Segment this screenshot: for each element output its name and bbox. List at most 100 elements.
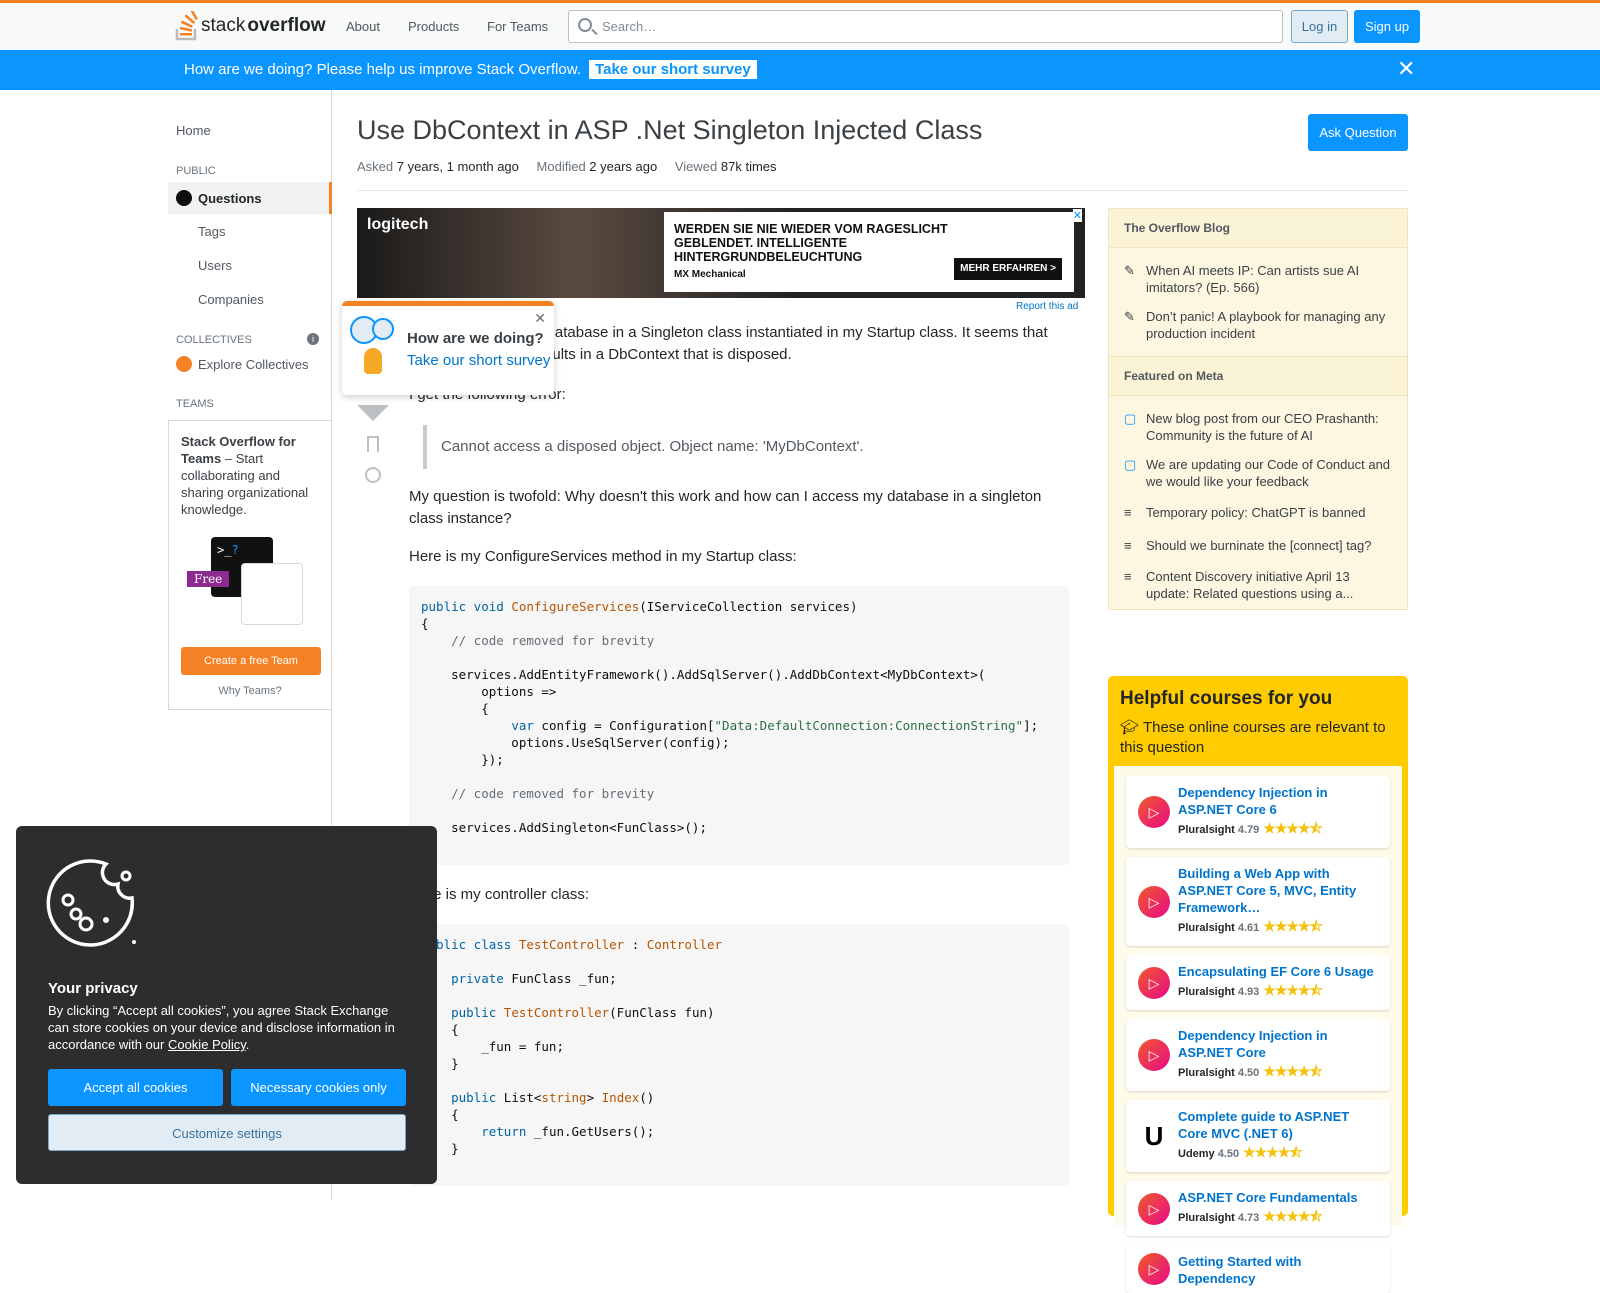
meta-item[interactable]: ≡ Should we burninate the [connect] tag?	[1109, 529, 1407, 562]
pluralsight-logo-icon: ▷	[1138, 1192, 1170, 1225]
code-line: public void ConfigureServices(IServiceCo…	[421, 598, 1057, 615]
top-bar: stack overflow About Products For Teams S…	[0, 0, 1600, 50]
meta-item[interactable]: ≡ Content Discovery initiative April 13 u…	[1109, 562, 1407, 608]
course-card[interactable]: ▷ Encapsulating EF Core 6 Usage Pluralsigh…	[1126, 955, 1390, 1010]
cookie-title: Your privacy	[48, 980, 138, 997]
popup-close-icon[interactable]: ✕	[534, 310, 546, 327]
udemy-logo-icon: U	[1144, 1121, 1164, 1151]
sidebar-item-questions[interactable]: Questions	[168, 182, 332, 214]
courses-subtitle: These online courses are relevant to thi…	[1120, 719, 1386, 756]
code-token: });	[421, 752, 504, 767]
advertisement[interactable]: logitech WERDEN SIE NIE WIEDER VOM RAGES…	[357, 208, 1085, 298]
why-teams-link[interactable]: Why Teams?	[169, 685, 331, 697]
blog-item[interactable]: ✎ When AI meets IP: Can artists sue AI im…	[1109, 256, 1407, 302]
close-icon[interactable]: ✕	[1397, 56, 1415, 82]
pluralsight-logo-icon: ▷	[1138, 885, 1170, 918]
info-icon[interactable]: i	[307, 333, 319, 345]
course-card[interactable]: U Complete guide to ASP.NET Core MVC (.NE…	[1126, 1100, 1390, 1172]
blog-item-text: Don’t panic! A playbook for managing any…	[1146, 309, 1386, 341]
bookmark-icon[interactable]	[367, 436, 379, 452]
code-line: {	[421, 615, 1057, 632]
sidebar-item-users[interactable]: Users	[198, 258, 232, 273]
nav-for-teams[interactable]: For Teams	[487, 19, 548, 34]
meta-item[interactable]: ▢ We are updating our Code of Conduct and…	[1109, 450, 1407, 496]
course-title[interactable]: Complete guide to ASP.NET Core MVC (.NET…	[1178, 1108, 1382, 1142]
code-line: return _fun.GetUsers();	[421, 1123, 1057, 1140]
survey-popup: How are we doing? Take our short survey …	[342, 301, 554, 395]
accept-all-cookies-button[interactable]: Accept all cookies	[48, 1069, 223, 1106]
code-line: options =>	[421, 683, 1057, 700]
meta-item-text: New blog post from our CEO Prashanth: Co…	[1146, 411, 1379, 443]
sidebar-item-home[interactable]: Home	[176, 123, 211, 138]
course-title[interactable]: Building a Web App with ASP.NET Core 5, …	[1178, 865, 1382, 916]
meta-item[interactable]: ≡ Temporary policy: ChatGPT is banned	[1109, 496, 1407, 529]
downvote-icon[interactable]	[357, 405, 389, 421]
code-token: private	[451, 971, 504, 986]
meta-item[interactable]: ▢ New blog post from our CEO Prashanth: C…	[1109, 404, 1407, 450]
checklist-illustration	[241, 563, 303, 625]
code-block-configure-services[interactable]: public void ConfigureServices(IServiceCo…	[409, 586, 1069, 865]
overflow-blog-widget: The Overflow Blog ✎ When AI meets IP: Can…	[1108, 208, 1408, 610]
stackoverflow-logo[interactable]: stack overflow	[175, 11, 325, 41]
course-title[interactable]: Dependency Injection in ASP.NET Core	[1178, 1027, 1382, 1061]
survey-banner: How are we doing? Please help us improve…	[0, 50, 1600, 90]
collectives-icon	[176, 356, 192, 372]
code-token: string	[541, 1090, 587, 1105]
blog-item-text: When AI meets IP: Can artists sue AI imi…	[1146, 263, 1360, 295]
code-token: "Data:DefaultConnection:ConnectionString…	[714, 718, 1024, 733]
modified-value: 2 years ago	[589, 159, 658, 174]
customize-settings-button[interactable]: Customize settings	[48, 1114, 406, 1151]
course-title[interactable]: Getting Started with Dependency	[1178, 1253, 1382, 1287]
code-token: Controller	[646, 937, 723, 952]
ask-question-button[interactable]: Ask Question	[1308, 114, 1408, 151]
divider	[357, 190, 1407, 191]
cookie-policy-link[interactable]: Cookie Policy	[168, 1037, 246, 1052]
course-title[interactable]: Dependency Injection in ASP.NET Core 6	[1178, 784, 1382, 818]
course-card[interactable]: ▷ Dependency Injection in ASP.NET Core Plu…	[1126, 1019, 1390, 1091]
viewed-label: Viewed	[674, 159, 718, 174]
blog-item[interactable]: ✎ Don’t panic! A playbook for managing an…	[1109, 302, 1407, 348]
banner-survey-link[interactable]: Take our short survey	[589, 60, 757, 79]
report-ad-link[interactable]: Report this ad	[1016, 301, 1078, 312]
course-title[interactable]: ASP.NET Core Fundamentals	[1178, 1189, 1382, 1206]
stack-icon	[175, 11, 198, 41]
signup-button[interactable]: Sign up	[1354, 10, 1420, 43]
question-title[interactable]: Use DbContext in ASP .Net Singleton Inje…	[357, 115, 982, 146]
sidebar-item-explore-collectives[interactable]: Explore Collectives	[198, 357, 309, 372]
course-card[interactable]: ▷ Building a Web App with ASP.NET Core 5,…	[1126, 857, 1390, 946]
code-block-controller[interactable]: public class TestController : Controller…	[409, 924, 1069, 1186]
course-title[interactable]: Encapsulating EF Core 6 Usage	[1178, 963, 1382, 980]
code-line: {	[421, 953, 1057, 970]
create-team-button[interactable]: Create a free Team	[181, 647, 321, 675]
code-token: TestController	[518, 937, 625, 952]
viewed-value: 87k times	[720, 159, 777, 174]
course-rating: 4.93	[1237, 986, 1260, 998]
courses-list: ▷ Dependency Injection in ASP.NET Core 6P…	[1114, 766, 1402, 1293]
code-token: _fun.GetUsers();	[526, 1124, 655, 1139]
meta-item-text: Temporary policy: ChatGPT is banned	[1146, 505, 1366, 520]
ad-close-icon[interactable]: ✕	[1072, 209, 1082, 222]
sidebar-item-tags[interactable]: Tags	[198, 224, 225, 239]
survey-faces-icon	[350, 316, 396, 376]
necessary-cookies-button[interactable]: Necessary cookies only	[231, 1069, 406, 1106]
popup-survey-link[interactable]: Take our short survey	[407, 352, 550, 369]
history-icon[interactable]	[365, 467, 381, 483]
nav-about[interactable]: About	[346, 19, 380, 34]
course-card[interactable]: ▷ ASP.NET Core Fundamentals Pluralsight 4.7…	[1126, 1181, 1390, 1236]
sidebar-item-companies[interactable]: Companies	[198, 292, 264, 307]
rating-stars-icon: ★★★★⯪	[1263, 918, 1322, 934]
banner-text: How are we doing? Please help us improve…	[184, 61, 581, 78]
free-badge: Free	[187, 571, 230, 587]
login-button[interactable]: Log in	[1291, 10, 1348, 43]
sidebar-heading-public: PUBLIC	[176, 165, 216, 177]
popup-title: How are we doing?	[407, 330, 544, 347]
asked-value: 7 years, 1 month ago	[396, 159, 519, 174]
code-token: FunClass _fun;	[503, 971, 617, 986]
code-token: ()	[639, 1090, 655, 1105]
course-card[interactable]: ▷ Dependency Injection in ASP.NET Core 6 P…	[1126, 776, 1390, 848]
paragraph: Here is my controller class:	[409, 886, 590, 903]
search-input[interactable]: Search…	[568, 10, 1283, 43]
course-card[interactable]: ▷ Getting Started with Dependency	[1126, 1245, 1390, 1293]
ad-cta-button[interactable]: MEHR ERFAHREN >	[954, 258, 1062, 280]
nav-products[interactable]: Products	[408, 19, 459, 34]
